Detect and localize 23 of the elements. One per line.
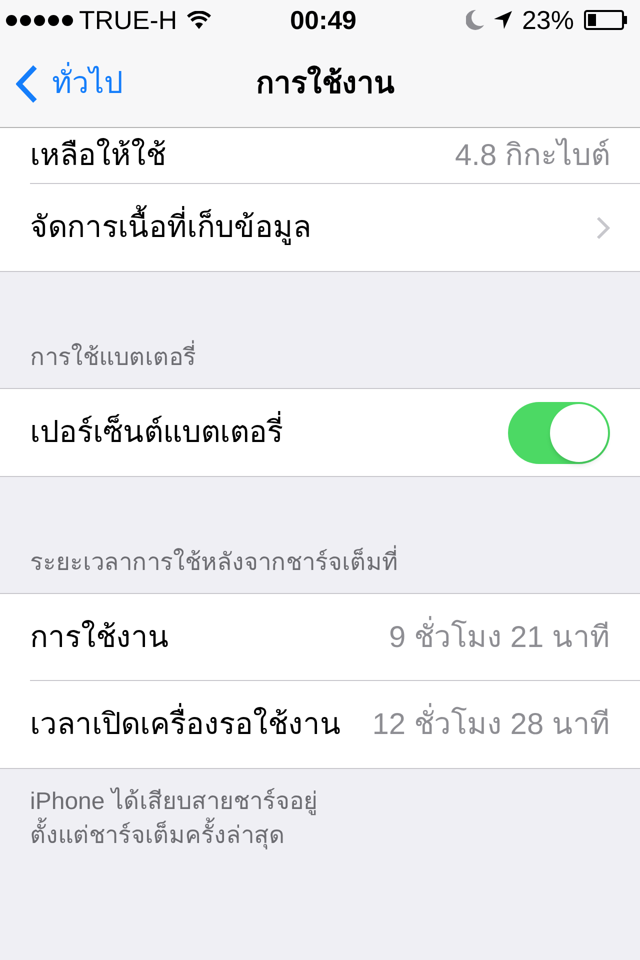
row-value: 12 ชั่วโมง 28 นาที <box>372 702 610 747</box>
section-header: ระยะเวลาการใช้หลังจากชาร์จเต็มที่ <box>0 545 640 593</box>
section-header: การใช้แบตเตอรี่ <box>0 340 640 388</box>
chevron-icon[interactable] <box>596 216 610 240</box>
row-value: 9 ชั่วโมง 21 นาที <box>388 614 610 660</box>
battery-percent: 23% <box>522 4 574 36</box>
footer-note: ตั้งแต่ชาร์จเต็มครั้งล่าสุด <box>30 819 610 853</box>
carrier-name: TRUE-H <box>79 4 178 36</box>
row-label: จัดการเนื้อที่เก็บข้อมูล <box>30 205 311 250</box>
battery-icon <box>584 10 628 30</box>
back-chevron-icon <box>16 64 38 102</box>
location-arrow-icon <box>494 11 512 29</box>
footer-note: iPhone ได้เสียบสายชาร์จอยู่ <box>30 786 318 818</box>
clock-time: 00:49 <box>290 4 356 36</box>
row-label: เหลือให้ใช้ <box>30 137 166 174</box>
wifi-icon <box>187 11 212 29</box>
row-label: เวลาเปิดเครื่องรอใช้งาน <box>30 702 341 747</box>
moon-icon <box>466 10 484 30</box>
row-value: 4.8 กิกะไบต์ <box>454 136 610 174</box>
screen-title: การใช้งาน <box>256 64 395 102</box>
back-button[interactable]: ทั่วไป <box>16 61 123 106</box>
row-label: การใช้งาน <box>30 619 169 656</box>
row-label: เปอร์เซ็นต์แบตเตอรี่ <box>30 410 283 455</box>
